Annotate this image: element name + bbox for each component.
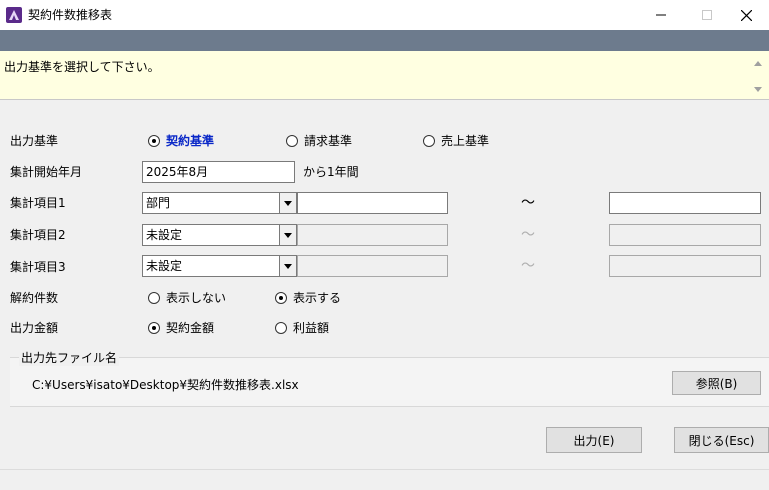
radio-button-icon xyxy=(148,135,160,147)
start-month-suffix: から1年間 xyxy=(303,165,359,179)
item1-range-separator: ～ xyxy=(521,195,535,211)
radio-sales-basis[interactable]: 売上基準 xyxy=(423,133,489,149)
radio-contract-amount[interactable]: 契約金額 xyxy=(148,320,214,336)
close-dialog-button[interactable]: 閉じる(Esc) xyxy=(674,427,769,453)
header-strip xyxy=(0,30,769,51)
radio-contract-basis[interactable]: 契約基準 xyxy=(148,133,214,149)
item2-select-value: 未設定 xyxy=(146,228,183,242)
radio-profit-amount[interactable]: 利益額 xyxy=(275,320,329,336)
radio-label: 契約基準 xyxy=(166,134,215,148)
item3-label: 集計項目3 xyxy=(10,260,66,274)
radio-button-icon xyxy=(148,292,160,304)
radio-button-icon xyxy=(423,135,435,147)
output-amount-label: 出力金額 xyxy=(10,321,59,335)
chevron-down-icon[interactable] xyxy=(279,256,296,276)
item3-to-input xyxy=(609,255,761,277)
item3-from-input xyxy=(297,255,448,277)
item1-to-input[interactable] xyxy=(609,192,761,214)
item1-select[interactable]: 部門 xyxy=(142,192,297,214)
item1-from-input[interactable] xyxy=(297,192,448,214)
radio-button-icon xyxy=(275,292,287,304)
radio-hide-cancel[interactable]: 表示しない xyxy=(148,290,226,306)
output-file-group-label: 出力先ファイル名 xyxy=(19,350,120,366)
output-file-path: C:¥Users¥isato¥Desktop¥契約件数推移表.xlsx xyxy=(32,378,299,392)
radio-show-cancel[interactable]: 表示する xyxy=(275,290,341,306)
radio-label: 契約金額 xyxy=(166,321,215,335)
minimize-button[interactable] xyxy=(638,0,684,30)
item2-from-input xyxy=(297,224,448,246)
radio-button-icon xyxy=(275,322,287,334)
item2-label: 集計項目2 xyxy=(10,228,66,242)
item3-select-value: 未設定 xyxy=(146,259,183,273)
close-button[interactable] xyxy=(723,0,769,30)
radio-button-icon xyxy=(148,322,160,334)
browse-button[interactable]: 参照(B) xyxy=(672,371,761,395)
output-basis-label: 出力基準 xyxy=(10,134,59,148)
radio-label: 利益額 xyxy=(293,321,330,335)
app-logo-icon xyxy=(6,7,22,23)
scroll-up-icon[interactable] xyxy=(754,61,762,66)
item2-select[interactable]: 未設定 xyxy=(142,224,297,246)
radio-label: 表示しない xyxy=(166,291,227,305)
maximize-icon xyxy=(702,10,712,20)
start-month-input[interactable]: 2025年8月 xyxy=(142,161,295,183)
chevron-down-icon[interactable] xyxy=(279,193,296,213)
item3-range-separator: ～ xyxy=(521,258,535,274)
radio-label: 売上基準 xyxy=(441,134,490,148)
minimize-icon xyxy=(656,14,666,16)
chevron-down-icon[interactable] xyxy=(279,225,296,245)
radio-button-icon xyxy=(286,135,298,147)
radio-billing-basis[interactable]: 請求基準 xyxy=(286,133,352,149)
output-button[interactable]: 出力(E) xyxy=(546,427,642,453)
window-title: 契約件数推移表 xyxy=(28,8,113,22)
message-text: 出力基準を選択して下さい。 xyxy=(4,60,160,74)
item2-to-input xyxy=(609,224,761,246)
item1-label: 集計項目1 xyxy=(10,196,66,210)
item1-select-value: 部門 xyxy=(146,196,171,210)
item2-range-separator: ～ xyxy=(521,227,535,243)
start-month-label: 集計開始年月 xyxy=(10,165,83,179)
item3-select[interactable]: 未設定 xyxy=(142,255,297,277)
radio-label: 表示する xyxy=(293,291,342,305)
scroll-down-icon[interactable] xyxy=(754,87,762,92)
radio-label: 請求基準 xyxy=(304,134,353,148)
cancel-count-label: 解約件数 xyxy=(10,291,59,305)
close-icon xyxy=(740,9,752,21)
status-bar xyxy=(0,469,769,490)
